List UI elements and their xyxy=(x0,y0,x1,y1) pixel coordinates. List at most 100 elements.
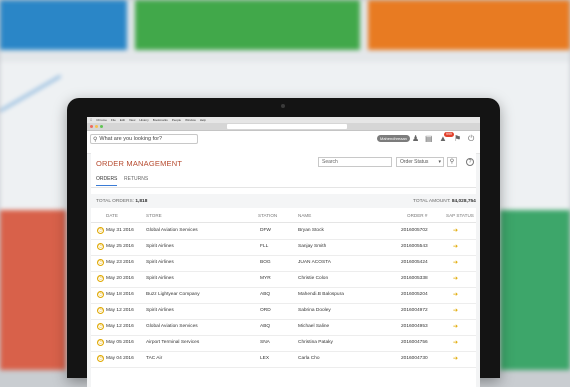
col-date: DATE xyxy=(106,213,118,218)
user-icon[interactable]: ♟ xyxy=(412,134,419,143)
notification-badge: 999 xyxy=(444,132,454,137)
table-row[interactable]: ◷ May 12 2016 Global Aviation Services ABQ M… xyxy=(91,319,476,336)
sap-status-icon[interactable]: ➔ xyxy=(453,259,458,266)
cell-station: ORD xyxy=(260,308,271,313)
sap-status-icon[interactable]: ➔ xyxy=(453,227,458,234)
cell-station: SNA xyxy=(260,340,270,345)
cell-store: TAC Air xyxy=(146,356,163,361)
cell-store: Spirit Airlines xyxy=(146,308,174,313)
cell-station: ABQ xyxy=(260,292,271,297)
sap-status-icon[interactable]: ➔ xyxy=(453,339,458,346)
cell-name: Bryan Stock xyxy=(298,228,324,233)
cell-date: May 25 2016 xyxy=(106,244,134,249)
camera-dot xyxy=(281,104,285,108)
clock-icon: ◷ xyxy=(97,259,104,266)
sap-status-icon[interactable]: ➔ xyxy=(453,323,458,330)
cell-date: May 20 2016 xyxy=(106,276,134,281)
sap-status-icon[interactable]: ➔ xyxy=(453,243,458,250)
cell-name: JUAN ACOSTA xyxy=(298,260,331,265)
cell-store: Airport Terminal Services xyxy=(146,340,200,345)
cell-order-number[interactable]: 2016005543 xyxy=(401,244,428,249)
cell-order-number[interactable]: 2016005702 xyxy=(401,228,428,233)
window-controls[interactable] xyxy=(90,125,103,128)
page-title: ORDER MANAGEMENT xyxy=(96,159,183,168)
table-row[interactable]: ◷ May 05 2016 Airport Terminal Services SNA… xyxy=(91,335,476,352)
clock-icon: ◷ xyxy=(97,275,104,282)
bg-tile-orange xyxy=(368,0,570,50)
global-search-input[interactable]: ⚲ What are you looking for? xyxy=(90,134,198,144)
cell-store: Spirit Airlines xyxy=(146,260,174,265)
cell-station: FLL xyxy=(260,244,269,249)
clock-icon: ◷ xyxy=(97,307,104,314)
sap-status-icon[interactable]: ➔ xyxy=(453,307,458,314)
cell-order-number[interactable]: 2016005424 xyxy=(401,260,428,265)
table-row[interactable]: ◷ May 18 2016 Buzz Lightyear Company ABQ Mah… xyxy=(91,287,476,304)
cell-order-number[interactable]: 2016004953 xyxy=(401,324,428,329)
cell-name: Christina Pataky xyxy=(298,340,333,345)
help-icon[interactable]: ? xyxy=(466,158,474,166)
table-row[interactable]: ◷ May 23 2016 Spirit Airlines BOG JUAN ACOST… xyxy=(91,255,476,272)
col-name: NAME xyxy=(298,213,312,218)
laptop-screen: ChromeFileEditViewHistoryBookmarksPeopl… xyxy=(87,117,480,387)
bell-icon[interactable]: ⚑ xyxy=(454,134,461,143)
cell-name: Sanjay Smith xyxy=(298,244,327,249)
clock-icon: ◷ xyxy=(97,227,104,234)
cell-order-number[interactable]: 2016004730 xyxy=(401,356,428,361)
search-icon: ⚲ xyxy=(449,159,455,165)
cell-name: Sabrina Dooley xyxy=(298,308,331,313)
clock-icon: ◷ xyxy=(97,291,104,298)
cell-date: May 04 2016 xyxy=(106,356,134,361)
cell-date: May 23 2016 xyxy=(106,260,134,265)
table-row[interactable]: ◷ May 31 2016 Global Aviation Services DFW B… xyxy=(91,223,476,240)
cell-store: Spirit Airlines xyxy=(146,276,174,281)
table-row[interactable]: ◷ May 20 2016 Spirit Airlines MYR Christie C… xyxy=(91,271,476,288)
app-header: ⚲ What are you looking for? Mahendhreaan… xyxy=(87,131,480,154)
total-orders: TOTAL ORDERS: 1,818 xyxy=(96,199,148,204)
col-order-number: ORDER # xyxy=(407,213,428,218)
totals-bar: TOTAL ORDERS: 1,818 TOTAL AMOUNT: 84,028… xyxy=(91,194,476,208)
tab-orders[interactable]: ORDERS xyxy=(96,176,118,186)
tab-returns[interactable]: RETURNS xyxy=(124,176,148,182)
clock-icon: ◷ xyxy=(97,355,104,362)
cell-station: MYR xyxy=(260,276,271,281)
document-icon[interactable]: ▤ xyxy=(425,134,433,143)
order-status-select[interactable]: Order Status ▾ xyxy=(396,157,444,167)
cell-name: Carla Cho xyxy=(298,356,320,361)
bg-block-green xyxy=(500,210,570,370)
user-name-badge[interactable]: Mahendhreaan xyxy=(377,135,410,142)
cell-order-number[interactable]: 2016005204 xyxy=(401,292,428,297)
search-button[interactable]: ⚲ xyxy=(447,157,457,167)
bg-block-red xyxy=(0,210,66,370)
address-bar[interactable] xyxy=(227,124,347,129)
cell-store: Spirit Airlines xyxy=(146,244,174,249)
cell-order-number[interactable]: 2016004756 xyxy=(401,340,428,345)
cell-name: Christie Colon xyxy=(298,276,329,281)
clock-icon: ◷ xyxy=(97,243,104,250)
cell-station: ABQ xyxy=(260,324,271,329)
cell-date: May 12 2016 xyxy=(106,308,134,313)
cell-store: Global Aviation Services xyxy=(146,228,198,233)
browser-toolbar xyxy=(87,123,480,131)
order-search-input[interactable]: Search xyxy=(318,157,392,167)
cell-date: May 18 2016 xyxy=(106,292,134,297)
cell-name: Mahendi.B Balospura xyxy=(298,292,344,297)
table-header: DATE STORE STATION NAME ORDER # SAP STAT… xyxy=(91,210,476,223)
table-row[interactable]: ◷ May 04 2016 TAC Air LEX Carla Cho 201600473… xyxy=(91,351,476,368)
bg-tile-green xyxy=(135,0,360,50)
cell-name: Michael Saline xyxy=(298,324,330,329)
power-icon[interactable]: ⏻ xyxy=(468,134,474,143)
search-icon: ⚲ xyxy=(93,136,98,143)
cell-station: BOG xyxy=(260,260,271,265)
table-row[interactable]: ◷ May 25 2016 Spirit Airlines FLL Sanjay Smi… xyxy=(91,239,476,256)
cell-order-number[interactable]: 2016004972 xyxy=(401,308,428,313)
cell-order-number[interactable]: 2016005338 xyxy=(401,276,428,281)
cell-date: May 12 2016 xyxy=(106,324,134,329)
cell-store: Global Aviation Services xyxy=(146,324,198,329)
col-station: STATION xyxy=(258,213,278,218)
sap-status-icon[interactable]: ➔ xyxy=(453,355,458,362)
chevron-down-icon: ▾ xyxy=(438,159,441,165)
table-row[interactable]: ◷ May 12 2016 Spirit Airlines ORD Sabrina Do… xyxy=(91,303,476,320)
cell-station: LEX xyxy=(260,356,270,361)
sap-status-icon[interactable]: ➔ xyxy=(453,275,458,282)
sap-status-icon[interactable]: ➔ xyxy=(453,291,458,298)
